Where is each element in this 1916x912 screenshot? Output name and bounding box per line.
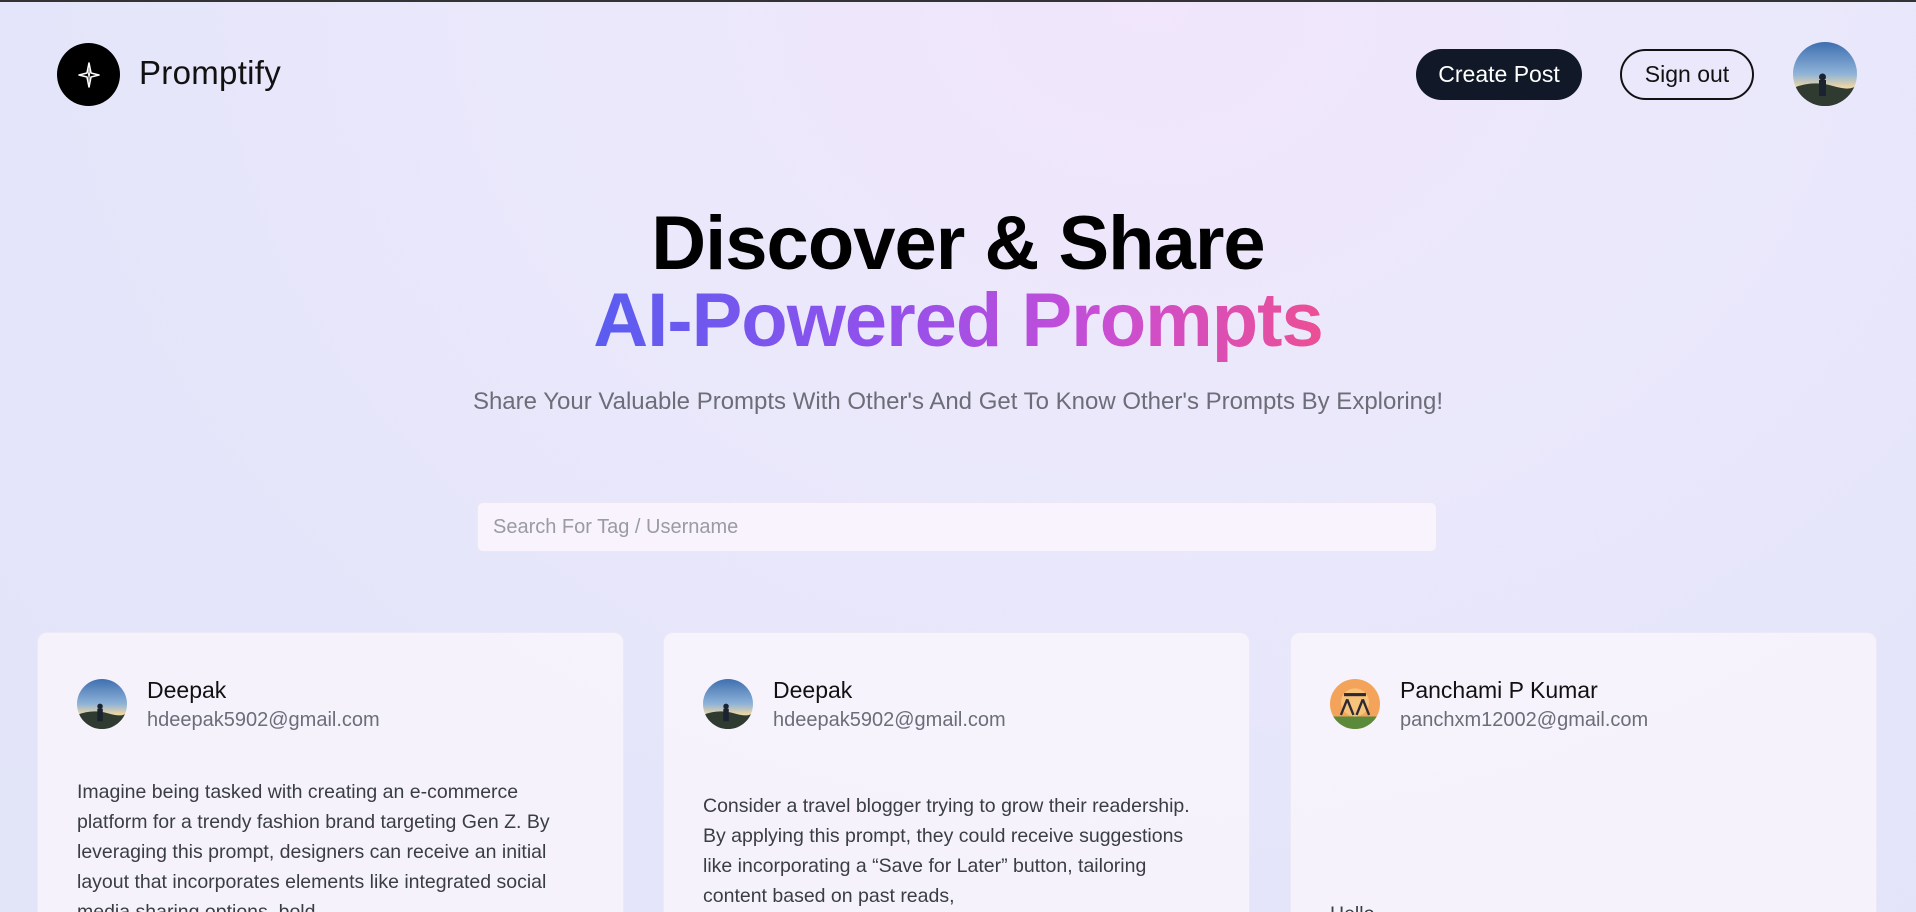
hero-title-gradient: AI-Powered Prompts: [593, 278, 1323, 363]
hero-subtitle: Share Your Valuable Prompts With Other's…: [472, 388, 1444, 415]
search-input[interactable]: [477, 502, 1437, 552]
user-email: panchxm12002@gmail.com: [1400, 709, 1649, 731]
user-avatar[interactable]: [77, 679, 127, 729]
user-email: hdeepak5902@gmail.com: [147, 709, 380, 731]
prompt-text: Imagine being tasked with creating an e-…: [77, 781, 550, 912]
profile-avatar[interactable]: [1793, 42, 1857, 106]
prompt-text: Consider a travel blogger trying to grow…: [703, 795, 1190, 907]
prompt-card[interactable]: Panchami P Kumar panchxm12002@gmail.com …: [1290, 632, 1877, 912]
hero-title-line1: Discover & Share: [651, 201, 1265, 286]
prompt-card[interactable]: Deepak hdeepak5902@gmail.com Imagine bei…: [37, 632, 624, 912]
prompt-card[interactable]: Deepak hdeepak5902@gmail.com Consider a …: [663, 632, 1250, 912]
user-name[interactable]: Deepak: [147, 677, 226, 704]
user-email: hdeepak5902@gmail.com: [773, 709, 1006, 731]
hero-title-line2: AI-Powered Prompts: [0, 279, 1916, 363]
user-avatar[interactable]: [703, 679, 753, 729]
logo-icon[interactable]: [57, 43, 120, 106]
top-navbar: Promptify Create Post Sign out: [0, 2, 1916, 148]
user-name[interactable]: Deepak: [773, 677, 852, 704]
create-post-button[interactable]: Create Post: [1416, 49, 1582, 100]
sign-out-button[interactable]: Sign out: [1620, 49, 1754, 100]
brand-name[interactable]: Promptify: [139, 54, 281, 92]
prompt-text: Hello: [1330, 899, 1840, 912]
user-avatar[interactable]: [1330, 679, 1380, 729]
user-name[interactable]: Panchami P Kumar: [1400, 677, 1598, 704]
